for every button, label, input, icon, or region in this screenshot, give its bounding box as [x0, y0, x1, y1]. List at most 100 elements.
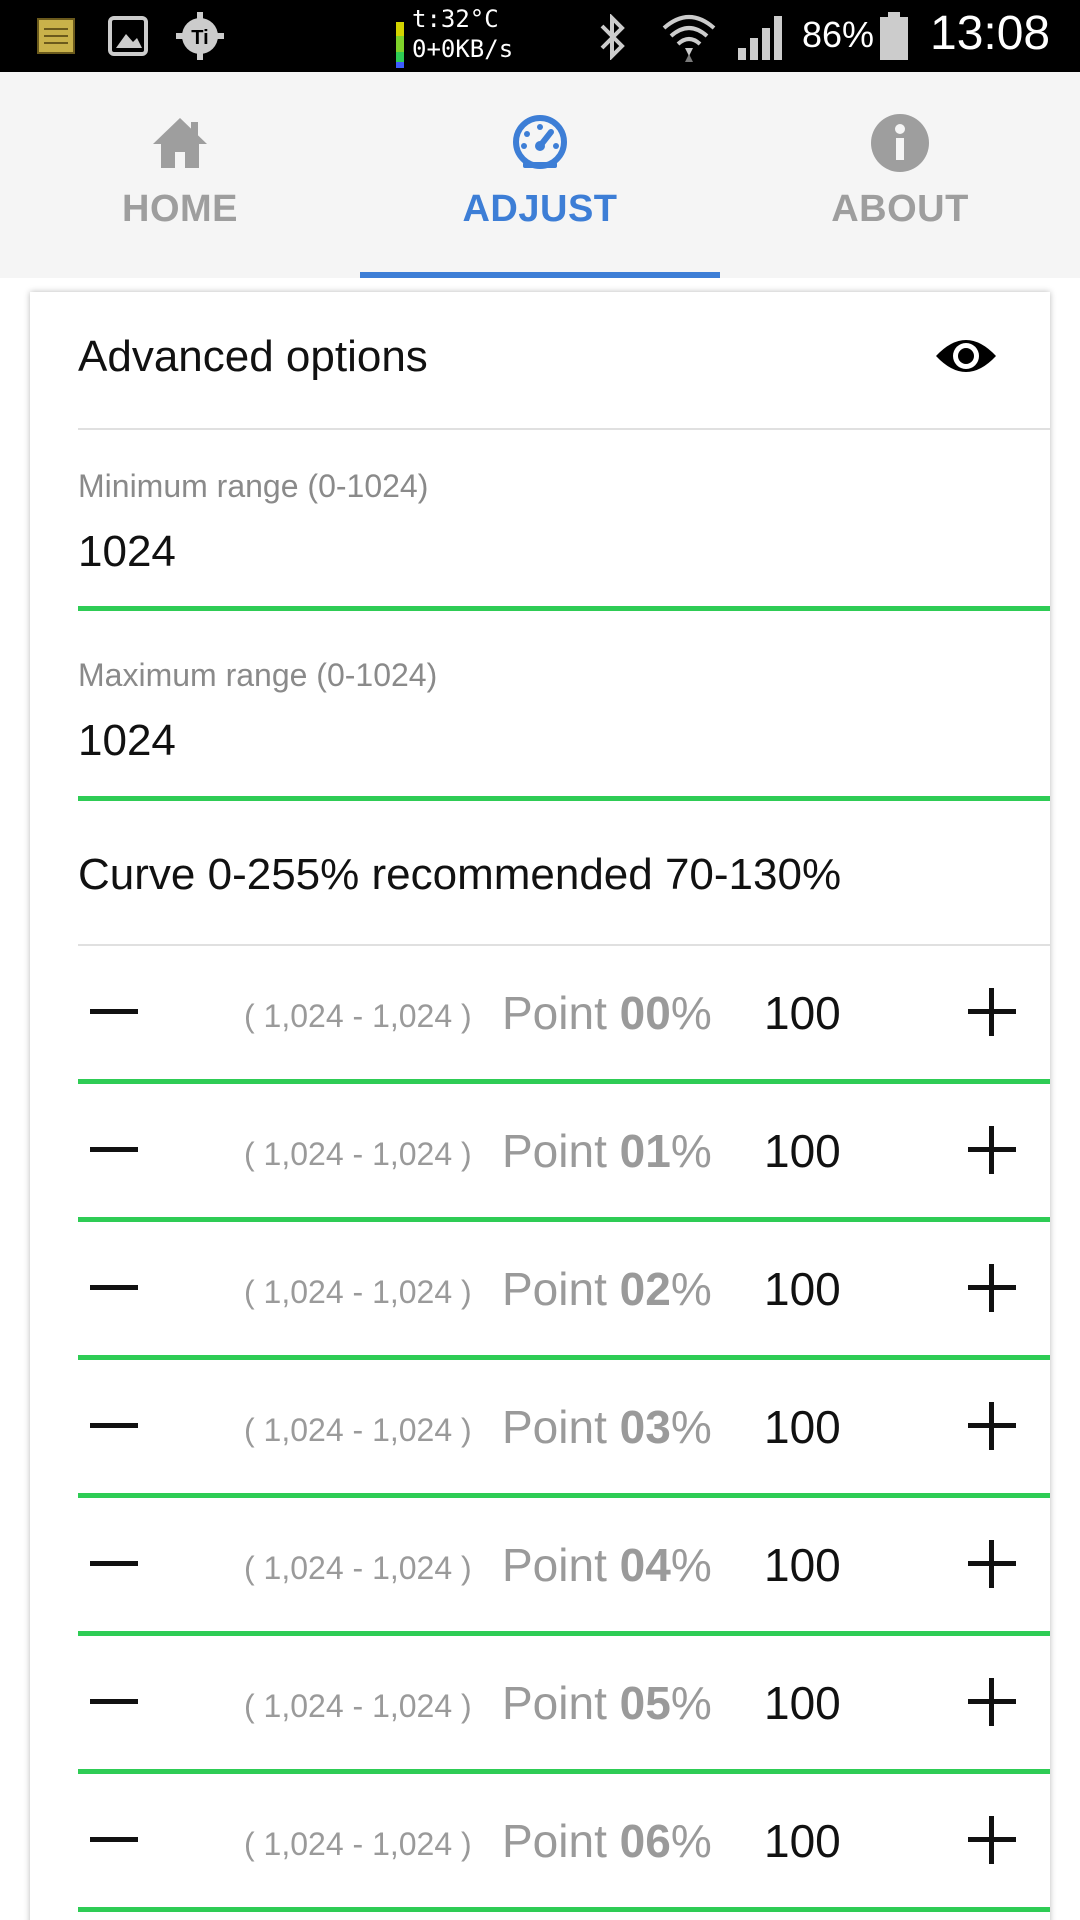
point-label: Point 00% — [502, 986, 712, 1040]
point-prefix: Point — [502, 1125, 620, 1177]
data-meter-icon — [394, 22, 406, 68]
increment-button[interactable] — [962, 1120, 1022, 1180]
net-speed-text: 0+0KB/s — [412, 35, 514, 63]
minimum-range-label: Minimum range (0-1024) — [78, 468, 429, 504]
point-index: 05 — [619, 1677, 671, 1729]
point-range: ( 1,024 - 1,024 ) — [244, 1826, 472, 1862]
point-value-input[interactable]: 100 — [764, 1538, 841, 1592]
curve-point-row: ( 1,024 - 1,024 ) Point 06% 100 — [78, 1774, 1050, 1912]
curve-point-row: ( 1,024 - 1,024 ) Point 01% 100 — [78, 1084, 1050, 1222]
point-index: 06 — [619, 1815, 671, 1867]
point-suffix: % — [670, 987, 712, 1039]
curve-point-row: ( 1,024 - 1,024 ) Point 00% 100 — [78, 946, 1050, 1084]
field-underline — [78, 796, 1050, 801]
plus-icon — [968, 1816, 1016, 1864]
point-prefix: Point — [502, 987, 620, 1039]
decrement-button[interactable] — [84, 1120, 144, 1180]
decrement-button[interactable] — [84, 1258, 144, 1318]
point-index: 03 — [619, 1401, 671, 1453]
signal-icon — [736, 14, 786, 60]
point-value-input[interactable]: 100 — [764, 1676, 841, 1730]
minus-icon — [90, 1285, 138, 1290]
bluetooth-icon — [594, 14, 632, 60]
point-label: Point 06% — [502, 1814, 712, 1868]
point-suffix: % — [670, 1401, 712, 1453]
decrement-button[interactable] — [84, 1534, 144, 1594]
plus-icon — [968, 988, 1016, 1036]
point-label: Point 03% — [502, 1400, 712, 1454]
point-suffix: % — [670, 1815, 712, 1867]
minus-icon — [90, 1837, 138, 1842]
svg-text:Ti: Ti — [191, 27, 208, 49]
point-suffix: % — [670, 1125, 712, 1177]
plus-icon — [968, 1264, 1016, 1312]
point-suffix: % — [670, 1677, 712, 1729]
maximum-range-field[interactable]: Maximum range (0-1024) 1024 — [78, 657, 1050, 803]
point-suffix: % — [670, 1263, 712, 1315]
point-label: Point 05% — [502, 1676, 712, 1730]
speedometer-icon — [509, 112, 571, 174]
plus-icon — [968, 1540, 1016, 1588]
increment-button[interactable] — [962, 1810, 1022, 1870]
net-info: t:32°C 0+0KB/s — [412, 4, 513, 64]
point-range: ( 1,024 - 1,024 ) — [244, 1412, 472, 1448]
point-value-input[interactable]: 100 — [764, 986, 841, 1040]
minimum-range-input[interactable]: 1024 — [78, 527, 1050, 577]
point-label: Point 02% — [502, 1262, 712, 1316]
temperature-text: t:32°C — [412, 5, 499, 33]
point-suffix: % — [670, 1539, 712, 1591]
point-prefix: Point — [502, 1815, 620, 1867]
increment-button[interactable] — [962, 1534, 1022, 1594]
field-underline — [78, 606, 1050, 611]
battery-percent: 86% — [802, 14, 875, 55]
tab-about[interactable]: ABOUT — [720, 72, 1080, 278]
plus-icon — [968, 1126, 1016, 1174]
minus-icon — [90, 1423, 138, 1428]
curve-point-row: ( 1,024 - 1,024 ) Point 04% 100 — [78, 1498, 1050, 1636]
increment-button[interactable] — [962, 1396, 1022, 1456]
minimum-range-field[interactable]: Minimum range (0-1024) 1024 — [78, 468, 1050, 614]
decrement-button[interactable] — [84, 982, 144, 1042]
notes-icon — [36, 16, 76, 56]
tab-home[interactable]: HOME — [0, 72, 360, 278]
point-range: ( 1,024 - 1,024 ) — [244, 1136, 472, 1172]
point-index: 02 — [619, 1263, 671, 1315]
increment-button[interactable] — [962, 982, 1022, 1042]
decrement-button[interactable] — [84, 1810, 144, 1870]
point-value-input[interactable]: 100 — [764, 1400, 841, 1454]
point-value-input[interactable]: 100 — [764, 1124, 841, 1178]
point-value-input[interactable]: 100 — [764, 1814, 841, 1868]
minus-icon — [90, 1699, 138, 1704]
advanced-options-card: Advanced options Minimum range (0-1024) … — [30, 292, 1050, 1920]
curve-description: Curve 0-255% recommended 70-130% — [78, 850, 842, 899]
tab-bar: HOME ADJUST ABOUT — [0, 72, 1080, 278]
info-icon — [869, 112, 931, 174]
point-prefix: Point — [502, 1263, 620, 1315]
point-label: Point 04% — [502, 1538, 712, 1592]
battery-icon — [878, 12, 910, 60]
home-icon — [149, 112, 211, 174]
clock: 13:08 — [930, 7, 1051, 60]
point-index: 00 — [619, 987, 671, 1039]
curve-point-row: ( 1,024 - 1,024 ) Point 02% 100 — [78, 1222, 1050, 1360]
active-tab-indicator — [360, 272, 720, 278]
minus-icon — [90, 1009, 138, 1014]
point-range: ( 1,024 - 1,024 ) — [244, 1550, 472, 1586]
tab-home-label: HOME — [122, 188, 238, 230]
eye-icon[interactable] — [934, 334, 998, 378]
gallery-icon — [106, 14, 150, 58]
increment-button[interactable] — [962, 1672, 1022, 1732]
maximum-range-label: Maximum range (0-1024) — [78, 657, 438, 693]
maximum-range-input[interactable]: 1024 — [78, 716, 1050, 766]
point-prefix: Point — [502, 1539, 620, 1591]
point-label: Point 01% — [502, 1124, 712, 1178]
curve-point-row: ( 1,024 - 1,024 ) Point 05% 100 — [78, 1636, 1050, 1774]
increment-button[interactable] — [962, 1258, 1022, 1318]
minus-icon — [90, 1561, 138, 1566]
tab-adjust[interactable]: ADJUST — [360, 72, 720, 278]
decrement-button[interactable] — [84, 1396, 144, 1456]
point-value-input[interactable]: 100 — [764, 1262, 841, 1316]
status-bar: Ti t:32°C 0+0KB/s 86% 13:08 — [0, 0, 1080, 72]
divider — [78, 428, 1050, 430]
decrement-button[interactable] — [84, 1672, 144, 1732]
